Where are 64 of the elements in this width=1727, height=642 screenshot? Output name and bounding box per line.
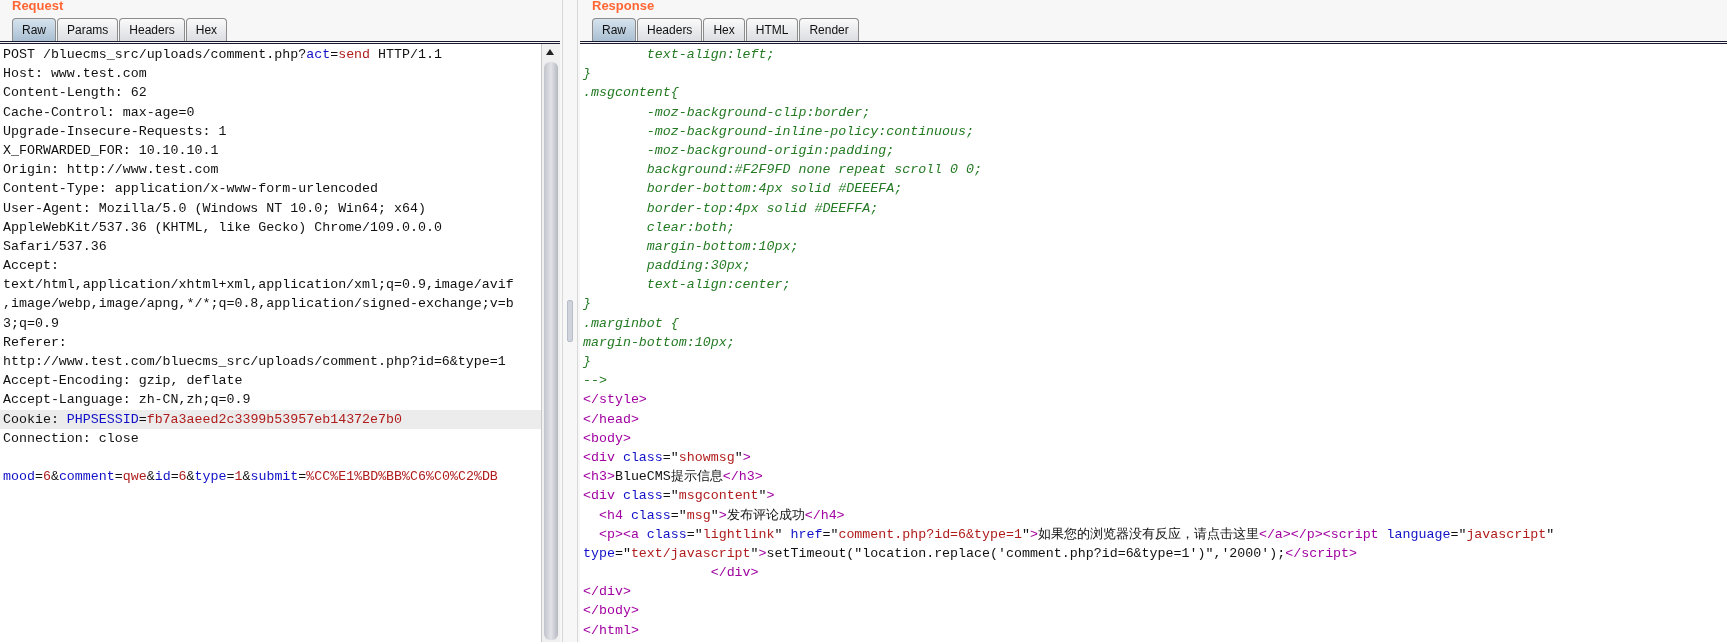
tab[interactable]: Render <box>799 18 859 41</box>
code-line: --> <box>582 372 608 391</box>
panel-title: Request <box>11 0 65 14</box>
panel-title: Response <box>591 0 656 14</box>
code-line: .msgcontent{ <box>582 84 680 103</box>
code-line: type="text/javascript">setTimeout("location.replace('comment.php?id=6&type=1')",'2000');</script> <box>582 544 1359 563</box>
code-line: } <box>582 295 592 314</box>
code-line: Upgrade-Insecure-Requests: 1 <box>2 122 228 141</box>
code-line: Cache-Control: max-age=0 <box>2 103 196 122</box>
code-line: Content-Type: application/x-www-form-urlencoded <box>2 180 380 199</box>
code-line: ,image/webp,image/apng,*/*;q=0.8,application/signed-exchange;v=b <box>2 295 515 314</box>
code-line: AppleWebKit/537.36 (KHTML, like Gecko) Chrome/109.0.0.0 <box>2 218 443 237</box>
tab[interactable]: Hex <box>185 18 228 41</box>
code-line: padding:30px; <box>645 257 752 276</box>
code-line: Content-Length: 62 <box>2 84 148 103</box>
code-line: <div class="msgcontent"> <box>582 487 776 506</box>
code-line: clear:both; <box>645 218 736 237</box>
code-line: mood=6&comment=qwe&id=6&type=1&submit=%CC%E1%BD%BB%C6%C0%C2%DB <box>2 468 499 487</box>
code-line: text/html,application/xhtml+xml,application/xml;q=0.9,image/avif <box>2 276 515 295</box>
code-line: Accept-Encoding: gzip, deflate <box>2 372 244 391</box>
code-line: 3;q=0.9 <box>2 314 60 333</box>
code-line: text-align:center; <box>645 276 792 295</box>
code-line: <p><a class="lightlink" href="comment.php?id=6&type=1">如果您的浏览器没有反应，请点击这里</a></p><script language="javascript" <box>597 525 1556 544</box>
code-line: background:#F2F9FD none repeat scroll 0 0; <box>645 161 983 180</box>
tab[interactable]: Raw <box>12 18 56 41</box>
tab[interactable]: Headers <box>637 18 703 41</box>
code-line: http://www.test.com/bluecms_src/uploads/comment.php?id=6&type=1 <box>2 353 507 371</box>
code-line: Host: www.test.com <box>2 65 148 84</box>
code-line: -moz-background-clip:border; <box>645 103 872 122</box>
scroll-thumb[interactable] <box>544 62 558 640</box>
code-line: <div class="showmsg"> <box>582 448 752 467</box>
code-line: </style> <box>582 391 648 410</box>
code-line: <h4 class="msg">发布评论成功</h4> <box>597 506 846 525</box>
code-line: POST /bluecms_src/uploads/comment.php?act=send HTTP/1.1 <box>2 46 443 64</box>
tab[interactable]: Headers <box>119 18 185 41</box>
code-line: </head> <box>582 410 640 429</box>
code-line: User-Agent: Mozilla/5.0 (Windows NT 10.0; Win64; x64) <box>2 199 427 218</box>
code-line: margin-bottom:10px; <box>582 333 736 352</box>
code-line: </body> <box>582 602 640 621</box>
code-line: Accept: <box>2 257 60 276</box>
code-line: border-top:4px solid #DEEFFA; <box>645 199 880 218</box>
code-line: Referer: <box>2 333 68 352</box>
code-line: } <box>582 353 592 371</box>
code-line: Connection: close <box>2 429 140 448</box>
tab[interactable]: HTML <box>745 18 799 41</box>
code-line: Accept-Language: zh-CN,zh;q=0.9 <box>2 391 252 410</box>
code-line: text-align:left; <box>645 46 776 64</box>
code-line: <body> <box>582 429 632 448</box>
tab[interactable]: Hex <box>703 18 745 41</box>
code-line: -moz-background-inline-policy:continuous; <box>645 122 975 141</box>
code-line: Safari/537.36 <box>2 237 108 256</box>
code-line: <h3>BlueCMS提示信息</h3> <box>582 468 764 487</box>
code-line: border-bottom:4px solid #DEEEFA; <box>645 180 904 199</box>
tab[interactable]: Params <box>57 18 119 41</box>
code-line: .marginbot { <box>582 314 680 333</box>
code-line: margin-bottom:10px; <box>645 237 800 256</box>
code-line: -moz-background-origin:padding; <box>645 141 896 160</box>
code-line: } <box>582 65 592 84</box>
code-line: </div> <box>709 564 760 583</box>
code-line: </div> <box>582 583 632 602</box>
tab[interactable]: Raw <box>592 18 636 41</box>
code-line: Origin: http://www.test.com <box>2 161 220 180</box>
code-line: X_FORWARDED_FOR: 10.10.10.1 <box>2 141 220 160</box>
code-line: </html> <box>582 621 640 640</box>
